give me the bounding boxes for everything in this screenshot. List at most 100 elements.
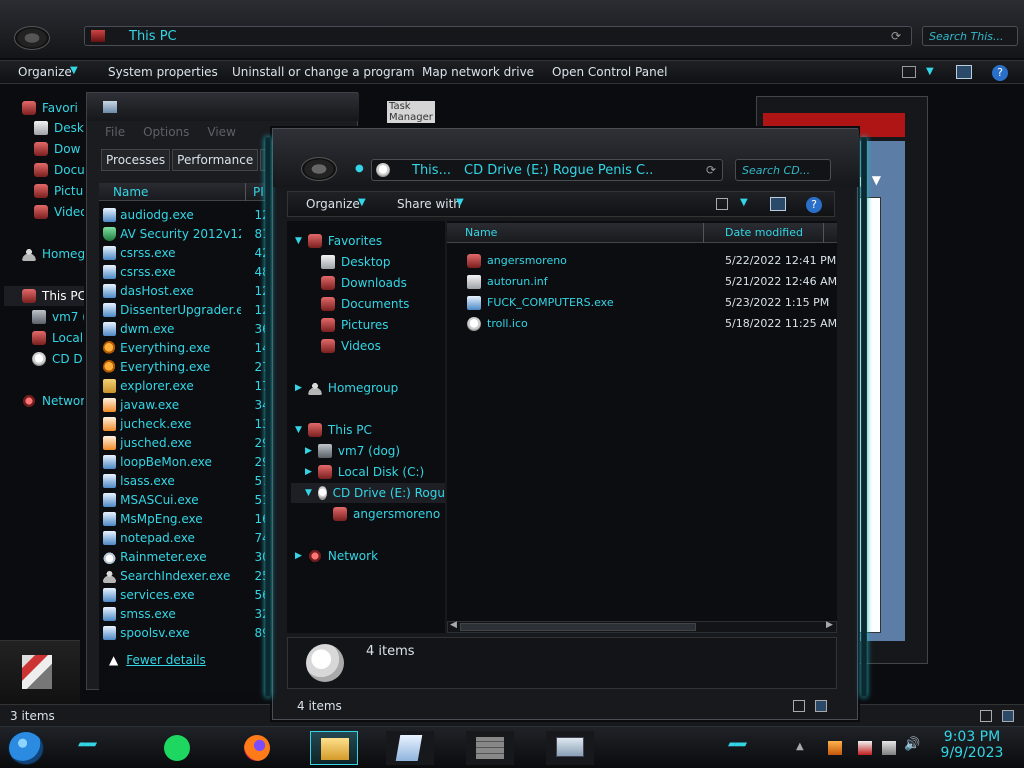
cd-help-icon[interactable]: ? [806, 197, 822, 213]
preview-pane-icon[interactable] [956, 65, 972, 79]
main-nav-local-disk[interactable]: Local [32, 328, 83, 348]
main-nav-homegroup[interactable]: Homeg [22, 244, 85, 264]
process-row[interactable]: services.exe568 [99, 585, 279, 604]
main-nav-desktop[interactable]: Desk [34, 118, 84, 138]
cd-nav-dot-icon[interactable]: ● [355, 163, 364, 174]
menu-view[interactable]: View [207, 125, 235, 139]
cd-view-icon[interactable] [716, 198, 728, 210]
cd-nav-pictures[interactable]: Pictures [321, 315, 389, 335]
cd-details-view-icon[interactable] [793, 700, 805, 712]
cd-nav-vm7[interactable]: ▶ vm7 (dog) [305, 441, 400, 461]
cd-orb-icon[interactable] [301, 157, 337, 181]
cd-nav-videos[interactable]: Videos [321, 336, 381, 356]
process-row[interactable]: MSASCui.exe5192 [99, 490, 279, 509]
cd-nav-favorites[interactable]: ▼ Favorites [295, 231, 382, 251]
main-nav-downloads[interactable]: Dow [34, 139, 80, 159]
menu-file[interactable]: File [105, 125, 125, 139]
process-row[interactable]: javaw.exe3429 [99, 395, 279, 414]
network-tray-icon[interactable] [882, 741, 896, 755]
tiles-view-icon[interactable] [1002, 710, 1014, 722]
process-row[interactable]: notepad.exe7492 [99, 528, 279, 547]
column-name[interactable]: Name [113, 185, 148, 199]
main-search-box[interactable]: Search This... [922, 26, 1018, 46]
share-with-button[interactable]: Share with [397, 197, 461, 211]
cd-tiles-view-icon[interactable] [815, 700, 827, 712]
process-row[interactable]: dasHost.exe1252 [99, 281, 279, 300]
column-name[interactable]: Name [465, 226, 497, 239]
process-row[interactable]: explorer.exe1778 [99, 376, 279, 395]
process-row[interactable]: Everything.exe2768 [99, 357, 279, 376]
file-row[interactable]: autorun.inf 5/21/2022 12:46 AM [447, 272, 837, 293]
scroll-thumb[interactable] [460, 623, 696, 631]
uninstall-program-button[interactable]: Uninstall or change a program [232, 65, 415, 79]
taskbar-app-taskmgr[interactable] [546, 731, 594, 765]
process-row[interactable]: jusched.exe2952 [99, 433, 279, 452]
cd-nav-this-pc[interactable]: ▼ This PC [295, 420, 372, 440]
scroll-right-arrow-icon[interactable]: ▶ [826, 620, 833, 630]
tab-processes[interactable]: Processes [101, 149, 171, 171]
process-row[interactable]: csrss.exe424 [99, 243, 279, 262]
cd-organize-button[interactable]: Organize [306, 197, 360, 211]
main-nav-favorites[interactable]: Favori [22, 98, 78, 118]
menu-options[interactable]: Options [143, 125, 189, 139]
open-control-panel-button[interactable]: Open Control Panel [552, 65, 667, 79]
process-row[interactable]: spoolsv.exe892 [99, 623, 279, 642]
file-row[interactable]: angersmoreno 5/22/2022 12:41 PM [447, 251, 837, 272]
column-date-modified[interactable]: Date modified [725, 226, 803, 239]
process-row[interactable]: SearchIndexer.exe2580 [99, 566, 279, 585]
start-orb-button[interactable] [8, 731, 44, 765]
process-row[interactable]: loopBeMon.exe2908 [99, 452, 279, 471]
cd-nav-angersmoreno[interactable]: angersmoreno [333, 504, 440, 524]
process-row[interactable]: csrss.exe484 [99, 262, 279, 281]
cd-search-box[interactable]: Search CD... [735, 159, 831, 181]
process-row[interactable]: smss.exe320 [99, 604, 279, 623]
taskbar-app-firewall[interactable] [466, 731, 514, 765]
main-nav-this-pc[interactable]: This PC [4, 286, 88, 306]
cd-preview-pane-icon[interactable] [770, 197, 786, 211]
main-orb-icon[interactable] [14, 26, 50, 50]
process-row[interactable]: DissenterUpgrader.exe1272 [99, 300, 279, 319]
main-nav-cd-drive[interactable]: CD D [32, 349, 83, 369]
clock[interactable]: 9:03 PM 9/9/2023 [932, 729, 1012, 761]
main-nav-network[interactable]: Networ [22, 391, 85, 411]
process-row[interactable]: lsass.exe576 [99, 471, 279, 490]
horizontal-scrollbar[interactable]: ◀ ▶ [447, 620, 837, 633]
fewer-details-button[interactable]: ▲ Fewer details [109, 653, 206, 667]
column-pid[interactable]: PI [253, 185, 264, 199]
cd-nav-local-disk[interactable]: ▶ Local Disk (C:) [305, 462, 424, 482]
security-tray-icon[interactable] [858, 741, 872, 755]
cd-refresh-icon[interactable]: ⟳ [706, 163, 716, 177]
help-icon[interactable]: ? [992, 65, 1008, 81]
taskbar-app-notepad[interactable] [386, 731, 434, 765]
process-row[interactable]: dwm.exe360 [99, 319, 279, 338]
main-nav-videos[interactable]: Video [34, 202, 88, 222]
refresh-icon[interactable]: ⟳ [891, 29, 901, 43]
taskbar-app-firefox[interactable] [240, 733, 274, 763]
process-row[interactable]: AV Security 2012v12...812( [99, 224, 279, 243]
view-options-icon[interactable] [902, 66, 916, 78]
volume-icon[interactable]: 🔊 [904, 737, 920, 752]
cd-address-bar[interactable]: This... CD Drive (E:) Rogue Penis C... ⟳ [371, 159, 723, 181]
details-view-icon[interactable] [980, 710, 992, 722]
cd-nav-homegroup[interactable]: ▶ Homegroup [295, 378, 398, 398]
cd-nav-downloads[interactable]: Downloads [321, 273, 407, 293]
main-nav-vm7[interactable]: vm7 ( [32, 307, 87, 327]
tab-performance[interactable]: Performance [172, 149, 259, 171]
view-chevron-icon[interactable]: ▼ [926, 66, 934, 77]
main-nav-documents[interactable]: Docu [34, 160, 85, 180]
cd-view-chevron-icon[interactable]: ▼ [740, 197, 748, 208]
scroll-left-arrow-icon[interactable]: ◀ [450, 620, 457, 630]
organize-button[interactable]: Organize [18, 65, 72, 79]
java-tray-icon[interactable] [828, 741, 842, 755]
taskbar-app-spotify[interactable] [160, 733, 194, 763]
system-properties-button[interactable]: System properties [108, 65, 218, 79]
file-row[interactable]: FUCK_COMPUTERS.exe 5/23/2022 1:15 PM [447, 293, 837, 314]
show-hidden-icons[interactable]: ▲ [796, 741, 804, 752]
cd-nav-documents[interactable]: Documents [321, 294, 409, 314]
file-row[interactable]: troll.ico 5/18/2022 11:25 AM [447, 314, 837, 335]
taskbar-app-explorer[interactable] [310, 731, 358, 765]
process-row[interactable]: Everything.exe145( [99, 338, 279, 357]
cd-nav-desktop[interactable]: Desktop [321, 252, 391, 272]
process-row[interactable]: jucheck.exe1325 [99, 414, 279, 433]
main-nav-pictures[interactable]: Pictu [34, 181, 83, 201]
